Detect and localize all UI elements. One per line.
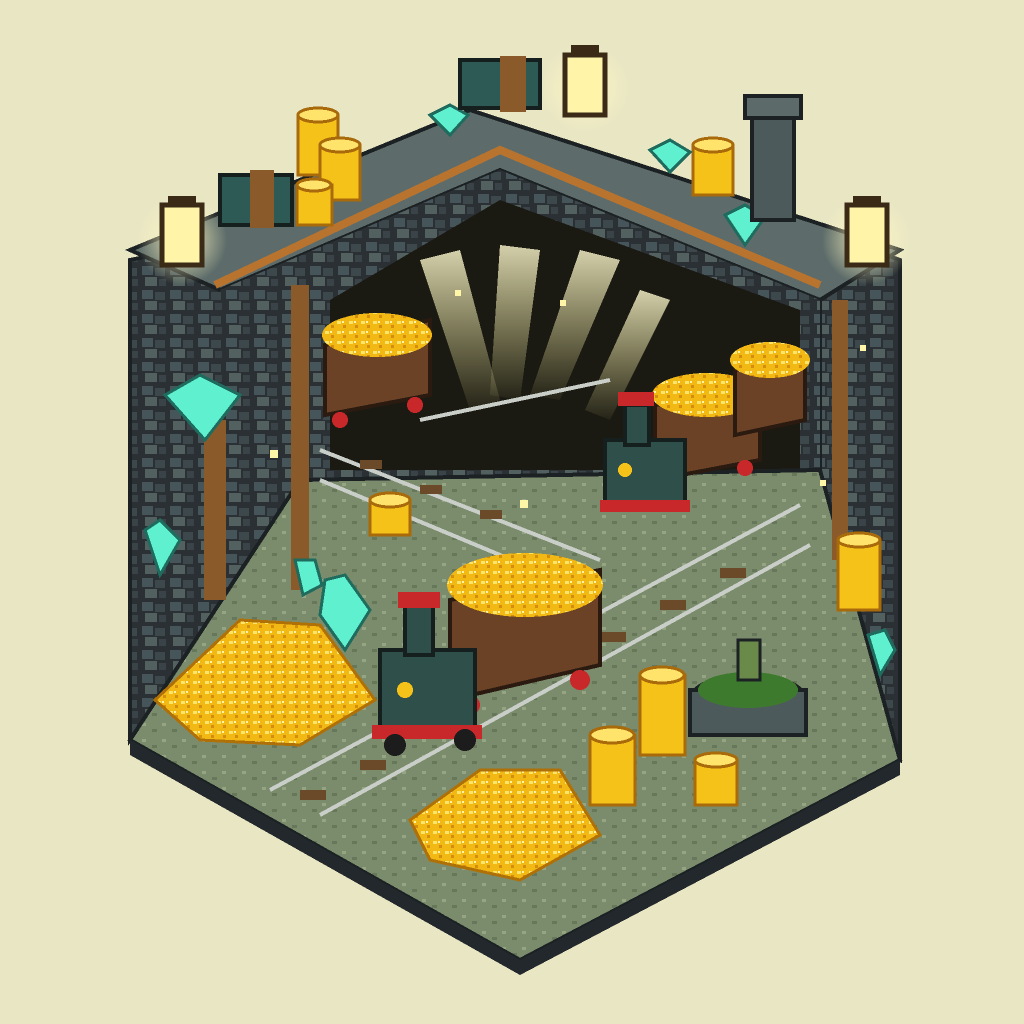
supply-crate — [218, 170, 294, 228]
lantern — [822, 195, 912, 285]
supply-crate — [458, 56, 542, 112]
mine-diorama — [124, 43, 912, 975]
vent-chimney — [743, 94, 803, 222]
coin-stack — [691, 136, 735, 197]
crystal — [647, 138, 693, 175]
coin-stack — [588, 725, 637, 807]
coin-stack — [368, 491, 412, 537]
lantern — [540, 43, 630, 133]
game-scene — [0, 0, 1024, 1024]
coin-stack — [638, 665, 687, 757]
coin-stack — [836, 531, 882, 612]
gold-cart — [730, 342, 810, 438]
coin-stack — [295, 177, 334, 227]
coin-stack — [693, 751, 739, 807]
lantern — [137, 195, 227, 285]
